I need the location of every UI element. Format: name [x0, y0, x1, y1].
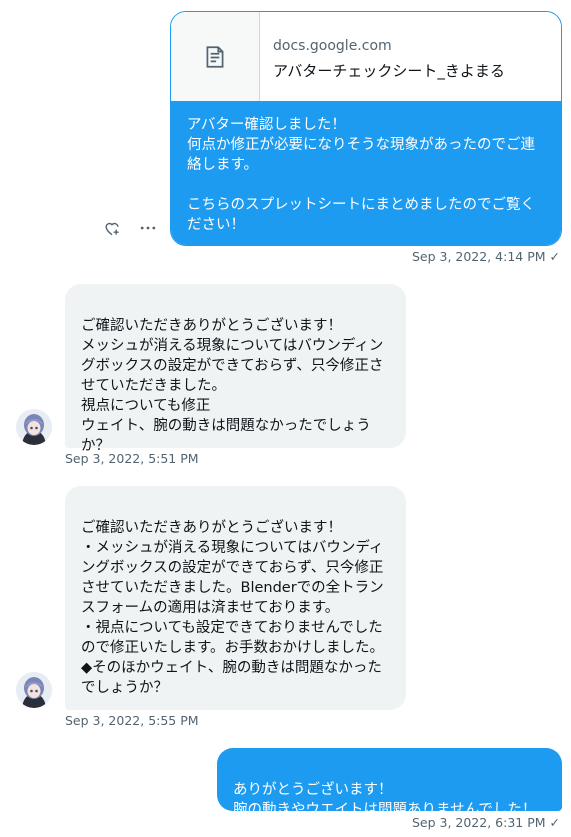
- add-reaction-icon[interactable]: [102, 218, 122, 242]
- message-timestamp: Sep 3, 2022, 6:31 PM ✓: [411, 815, 560, 830]
- document-icon: [171, 12, 260, 101]
- message-text: アバター確認しました！ 何点か修正が必要になりそうな現象があったのでご連絡します…: [171, 101, 561, 245]
- link-domain: docs.google.com: [273, 38, 392, 54]
- message-text: ありがとうございます！ 腕の動きやウエイトは問題ありませんでした！: [233, 782, 537, 818]
- outgoing-message[interactable]: ありがとうございます！ 腕の動きやウエイトは問題ありませんでした！: [217, 748, 562, 818]
- avatar[interactable]: [16, 409, 52, 445]
- avatar[interactable]: [16, 672, 52, 708]
- message-text: ご確認いただきありがとうございます！ メッシュが消える現象についてはバウンディン…: [81, 318, 384, 454]
- message-text: ご確認いただきありがとうございます！ ・メッシュが消える現象についてはバウンディ…: [81, 520, 385, 696]
- link-title: アバターチェックシート_きよまる: [273, 62, 505, 80]
- message-timestamp: Sep 3, 2022, 4:14 PM ✓: [411, 249, 560, 264]
- link-preview-header[interactable]: docs.google.com アバターチェックシート_きよまる: [171, 12, 561, 101]
- incoming-message[interactable]: ご確認いただきありがとうございます！ メッシュが消える現象についてはバウンディン…: [65, 284, 406, 454]
- message-timestamp: Sep 3, 2022, 5:51 PM: [65, 451, 199, 466]
- sent-check-icon: ✓: [549, 249, 560, 264]
- link-preview-card[interactable]: docs.google.com アバターチェックシート_きよまる アバター確認し…: [170, 11, 562, 246]
- message-actions: [102, 218, 158, 242]
- more-options-icon[interactable]: [138, 218, 158, 242]
- sent-check-icon: ✓: [549, 815, 560, 830]
- message-timestamp: Sep 3, 2022, 5:55 PM: [65, 713, 199, 728]
- incoming-message[interactable]: ご確認いただきありがとうございます！ ・メッシュが消える現象についてはバウンディ…: [65, 486, 406, 710]
